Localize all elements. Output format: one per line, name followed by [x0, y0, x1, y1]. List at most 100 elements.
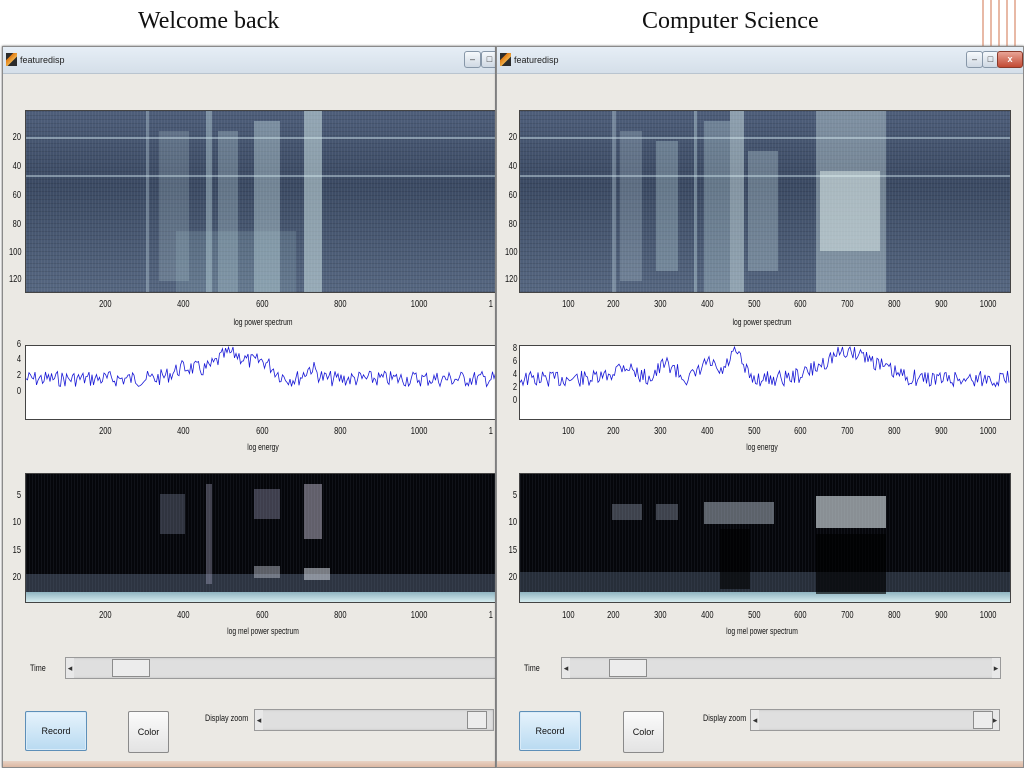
spec-y-tick: 20 — [508, 132, 517, 143]
display-zoom-slider[interactable]: ◂ — [254, 709, 494, 731]
time-slider[interactable]: ◂ — [65, 657, 495, 679]
record-button[interactable]: Record — [25, 711, 87, 751]
window-title: featuredisp — [20, 55, 65, 65]
display-zoom-label: Display zoom — [205, 713, 249, 723]
window-bottom-edge — [3, 761, 495, 767]
spec-y-tick: 80 — [508, 219, 517, 230]
slide-title-right: Computer Science — [642, 8, 819, 34]
window-titlebar[interactable]: featuredisp – □ x — [497, 47, 1023, 74]
x-tick: 600 — [256, 299, 269, 310]
featuredisp-window-left[interactable]: featuredisp – □ 20 40 60 80 100 120 200 … — [2, 46, 496, 768]
x-tick: 800 — [888, 610, 901, 621]
x-tick: 800 — [334, 299, 347, 310]
x-tick: 400 — [701, 426, 714, 437]
x-tick: 1000 — [410, 610, 428, 621]
maximize-icon[interactable]: □ — [481, 51, 495, 68]
x-tick: 800 — [888, 426, 901, 437]
x-tick: 400 — [701, 299, 714, 310]
spec-y-tick: 120 — [505, 274, 518, 285]
mel-y-tick: 15 — [508, 545, 517, 556]
log-energy-plot — [519, 345, 1011, 420]
log-power-spectrum-plot — [519, 110, 1011, 293]
arrow-left-icon[interactable]: ◂ — [562, 658, 570, 678]
energy-y-tick: 2 — [512, 382, 517, 393]
energy-y-tick: 0 — [16, 386, 21, 397]
mel-y-tick: 20 — [12, 572, 21, 583]
x-tick: 300 — [654, 426, 667, 437]
time-slider[interactable]: ◂ ▸ — [561, 657, 1001, 679]
minimize-icon[interactable]: – — [464, 51, 481, 68]
x-tick: 200 — [607, 426, 620, 437]
x-tick: 600 — [794, 610, 807, 621]
zoom-slider-thumb[interactable] — [973, 711, 993, 729]
energy-y-tick: 2 — [16, 370, 21, 381]
mel-y-tick: 20 — [508, 572, 517, 583]
arrow-left-icon[interactable]: ◂ — [66, 658, 74, 678]
x-tick: 700 — [841, 610, 854, 621]
x-tick: 700 — [841, 299, 854, 310]
time-slider-thumb[interactable] — [112, 659, 150, 677]
slide-title-left: Welcome back — [138, 8, 280, 34]
x-tick: 1 — [488, 299, 493, 310]
x-tick: 600 — [794, 426, 807, 437]
mel-axis-label: log mel power spectrum — [227, 626, 299, 636]
arrow-right-icon[interactable]: ▸ — [992, 658, 1000, 678]
mel-y-tick: 10 — [12, 517, 21, 528]
mel-y-tick: 15 — [12, 545, 21, 556]
x-tick: 200 — [99, 610, 112, 621]
x-tick: 1000 — [410, 426, 428, 437]
x-tick: 200 — [99, 299, 112, 310]
time-label: Time — [30, 663, 46, 673]
spec-y-tick: 100 — [9, 247, 22, 258]
x-tick: 1 — [488, 426, 493, 437]
matlab-figure-icon — [500, 53, 511, 66]
close-icon[interactable]: x — [997, 51, 1023, 68]
mel-y-tick: 5 — [16, 490, 21, 501]
zoom-slider-thumb[interactable] — [467, 711, 487, 729]
color-button[interactable]: Color — [623, 711, 664, 753]
x-tick: 500 — [748, 610, 761, 621]
slide-decoration — [976, 0, 1024, 46]
mel-y-tick: 5 — [512, 490, 517, 501]
x-tick: 100 — [562, 426, 575, 437]
log-energy-trace — [520, 346, 1010, 388]
log-energy-plot — [25, 345, 495, 420]
spec-y-tick: 40 — [12, 161, 21, 172]
matlab-figure-icon — [6, 53, 17, 66]
window-title: featuredisp — [514, 55, 559, 65]
featuredisp-window-right[interactable]: featuredisp – □ x 20 40 60 80 100 120 10… — [496, 46, 1024, 768]
x-tick: 1000 — [979, 299, 997, 310]
x-tick: 800 — [888, 299, 901, 310]
display-zoom-slider[interactable]: ◂ ▸ — [750, 709, 1000, 731]
x-tick: 600 — [256, 610, 269, 621]
energy-y-tick: 4 — [512, 369, 517, 380]
x-tick: 900 — [935, 426, 948, 437]
spectrum-axis-label: log power spectrum — [233, 317, 293, 327]
spec-y-tick: 120 — [9, 274, 22, 285]
color-button[interactable]: Color — [128, 711, 169, 753]
x-tick: 600 — [256, 426, 269, 437]
minimize-icon[interactable]: – — [966, 51, 983, 68]
time-slider-thumb[interactable] — [608, 659, 647, 677]
energy-y-tick: 6 — [16, 339, 21, 350]
x-tick: 1 — [488, 610, 493, 621]
x-tick: 100 — [562, 610, 575, 621]
arrow-left-icon[interactable]: ◂ — [255, 710, 263, 730]
energy-y-tick: 6 — [512, 356, 517, 367]
spec-y-tick: 100 — [505, 247, 518, 258]
log-energy-trace — [26, 346, 495, 388]
x-tick: 700 — [841, 426, 854, 437]
x-tick: 500 — [748, 299, 761, 310]
time-label: Time — [524, 663, 540, 673]
x-tick: 1000 — [979, 610, 997, 621]
mel-y-tick: 10 — [508, 517, 517, 528]
window-titlebar[interactable]: featuredisp – □ — [3, 47, 495, 74]
x-tick: 100 — [562, 299, 575, 310]
spectrum-axis-label: log power spectrum — [732, 317, 792, 327]
log-mel-power-spectrum-plot — [25, 473, 495, 603]
x-tick: 200 — [99, 426, 112, 437]
record-button[interactable]: Record — [519, 711, 581, 751]
energy-y-tick: 8 — [512, 343, 517, 354]
arrow-left-icon[interactable]: ◂ — [751, 710, 759, 730]
energy-axis-label: log energy — [247, 442, 279, 452]
